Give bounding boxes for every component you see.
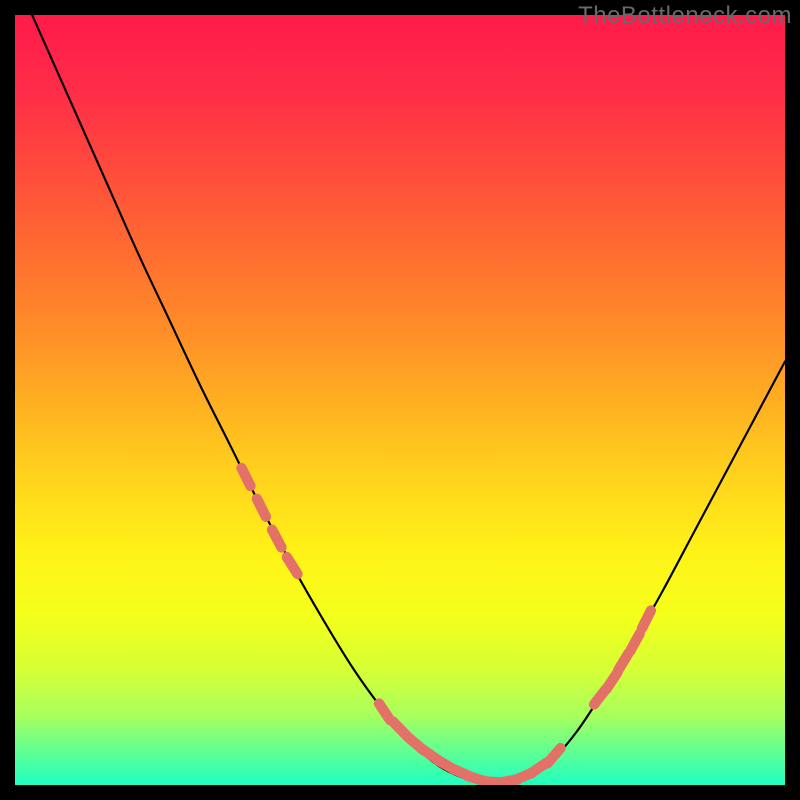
chart-stage: TheBottleneck.com: [0, 0, 800, 800]
watermark-text: TheBottleneck.com: [578, 2, 792, 30]
bottleneck-curve: [15, 15, 785, 783]
plot-area: [15, 15, 785, 785]
highlighted-points: [242, 468, 651, 783]
marker-dash: [642, 611, 651, 629]
marker-dash: [618, 653, 628, 670]
marker-dash: [606, 673, 617, 690]
marker-dash: [630, 634, 640, 652]
marker-dash: [287, 557, 298, 574]
marker-dash: [272, 530, 281, 548]
marker-dash: [547, 748, 560, 763]
marker-dash: [379, 704, 390, 721]
curve-layer: [15, 15, 785, 785]
marker-dash: [242, 468, 251, 486]
marker-dash: [257, 499, 266, 517]
